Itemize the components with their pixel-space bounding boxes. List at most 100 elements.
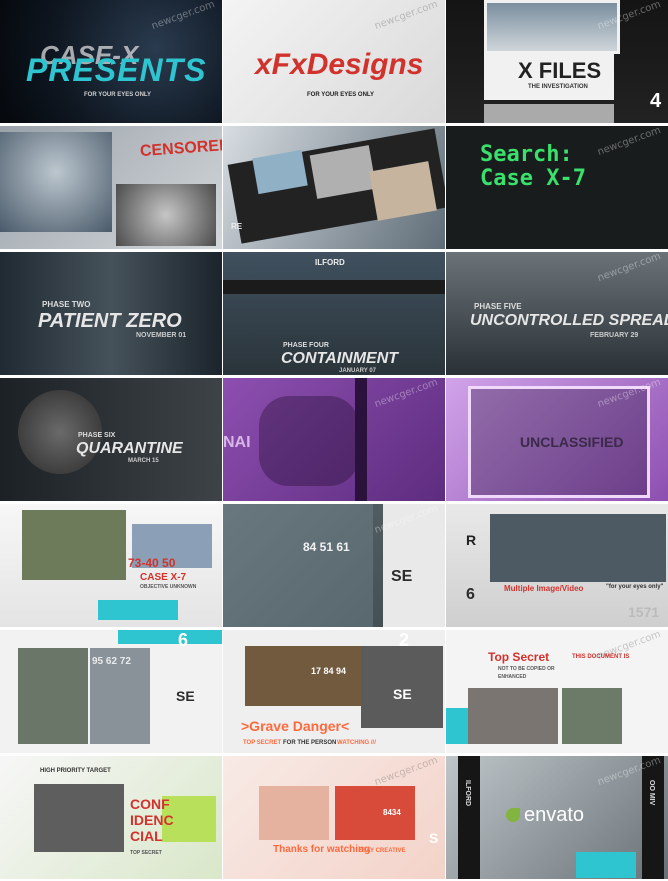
hazmat-figure [259, 396, 359, 486]
preview-tile-aerial[interactable]: 6 95 62 72 SE [0, 630, 222, 753]
photo-aerial [562, 688, 622, 744]
coordinates: 73-40 50 [128, 556, 176, 570]
tile-subtitle: MARCH 15 [128, 458, 159, 464]
tile-text: RE [231, 222, 243, 231]
film-band [223, 280, 445, 294]
phase-kicker: PHASE FOUR [283, 342, 329, 349]
corner-label: SE [391, 568, 413, 585]
preview-tile-purple-suit[interactable]: NAI newcger.com [223, 378, 445, 501]
tile-subtitle: TOP SECRET [243, 740, 282, 746]
side-label: SE [393, 686, 412, 702]
corner-letter: S [429, 830, 439, 846]
coordinates: 17 84 94 [311, 666, 347, 676]
preview-tile-map-coordinates[interactable]: 84 51 61 SE newcger.com [223, 504, 445, 627]
tile-subtitle: JANUARY 07 [339, 368, 377, 374]
film-divider [355, 378, 367, 501]
terminal-line-1: Search: [480, 142, 573, 167]
preview-tile-envato[interactable]: ILFORD OO MIV envato newcger.com [446, 756, 668, 879]
tile-subtitle: FEBRUARY 29 [590, 332, 639, 339]
photo-sky [468, 688, 558, 744]
preview-tile-case-x7[interactable]: 73-40 50 CASE X-7 OBJECTIVE UNKNOWN [0, 504, 222, 627]
tile-subtitle: TOP SECRET [130, 850, 162, 856]
tile-title: PRESENTS [26, 52, 207, 88]
corner-number: 6 [466, 586, 475, 603]
tile-subtitle: STAY CREATIVE [359, 848, 406, 854]
preview-grid: newcger.com CASE-X PRESENTS FOR YOUR EYE… [0, 0, 668, 881]
film-label-left: ILFORD [464, 780, 471, 807]
tile-title: UNCONTROLLED SPREAD [470, 312, 668, 329]
tile-title: CONTAINMENT [281, 350, 399, 367]
tile-title: xFxDesigns [255, 48, 424, 81]
preview-tile-film-strip[interactable]: RE [223, 126, 445, 249]
watermark: newcger.com [149, 0, 216, 33]
corner-number: 4 [650, 90, 662, 112]
cyan-block [98, 600, 178, 620]
preview-tile-quarantine[interactable]: PHASE SIX QUARANTINE MARCH 15 [0, 378, 222, 501]
preview-tile-presents[interactable]: newcger.com CASE-X PRESENTS FOR YOUR EYE… [0, 0, 222, 123]
side-label: SE [176, 688, 195, 704]
watermark: newcger.com [372, 0, 439, 33]
title-line-2: IDENC [130, 812, 174, 828]
corner-number: 6 [178, 630, 189, 650]
tile-title: Multiple Image/Video [504, 584, 584, 593]
tile-title: X FILES [518, 58, 602, 83]
watermark: newcger.com [372, 756, 439, 789]
tile-title: Thanks for watching [273, 844, 371, 855]
cyan-block [118, 630, 222, 644]
film-label: ILFORD [315, 258, 345, 267]
corner-number: 2 [399, 630, 410, 650]
map-overlay [223, 504, 373, 627]
tile-subtitle: NOVEMBER 01 [136, 332, 187, 339]
preview-tile-search[interactable]: Search: Case X-7 newcger.com [446, 126, 668, 249]
tile-subtitle-2: FOR THE PERSON [283, 740, 337, 746]
tile-title: CASE X-7 [140, 572, 187, 583]
watermark: newcger.com [595, 126, 662, 159]
coordinates: 95 62 72 [92, 656, 131, 667]
tile-subtitle: FOR YOUR EYES ONLY [84, 92, 152, 98]
film-label-right: OO MIV [648, 780, 655, 806]
envato-leaf-icon [506, 808, 520, 822]
preview-tile-top-secret[interactable]: Top Secret THIS DOCUMENT IS NOT TO BE CO… [446, 630, 668, 753]
notice-line-2: NOT TO BE COPIED OR [498, 666, 555, 672]
photo-texture [259, 786, 329, 840]
film-frame-bottom [484, 104, 614, 123]
preview-tile-censored[interactable]: CENSORED [0, 126, 222, 249]
tile-subtitle: FOR YOUR EYES ONLY [307, 92, 375, 98]
watermark: newcger.com [595, 252, 662, 285]
preview-tile-xfiles[interactable]: X FILES THE INVESTIGATION 4 newcger.com [446, 0, 668, 123]
brand-name: envato [524, 804, 585, 826]
preview-tile-confidencial[interactable]: HIGH PRIORITY TARGET CONF IDENC CIAL TOP… [0, 756, 222, 879]
tile-note: "for your eyes only" [606, 584, 664, 590]
preview-tile-multiple-image[interactable]: R 6 Multiple Image/Video "for your eyes … [446, 504, 668, 627]
photo-explosion [335, 786, 415, 840]
film-strip-right [642, 756, 664, 879]
preview-tile-thanks[interactable]: 8434 Thanks for watching STAY CREATIVE S… [223, 756, 445, 879]
film-strip-left [458, 756, 480, 879]
preview-tile-xfxdesigns[interactable]: newcger.com xFxDesigns FOR YOUR EYES ONL… [223, 0, 445, 123]
preview-tile-grave-danger[interactable]: 2 17 84 94 SE >Grave Danger< TOP SECRET … [223, 630, 445, 753]
phase-kicker: PHASE TWO [42, 300, 91, 309]
coordinates: 84 51 61 [303, 540, 350, 554]
title-line-1: CONF [130, 796, 170, 812]
tile-title: CENSORED [139, 136, 222, 161]
tile-title: QUARANTINE [76, 440, 183, 457]
phase-kicker: PHASE SIX [78, 432, 116, 439]
preview-tile-containment[interactable]: ILFORD PHASE FOUR CONTAINMENT JANUARY 07 [223, 252, 445, 375]
cyan-block [576, 852, 636, 878]
photo-debris [22, 510, 126, 580]
frame-number: 1571 [628, 604, 660, 620]
tile-subtitle: THE INVESTIGATION [528, 84, 588, 90]
photo-aerial [18, 648, 88, 744]
cyan-block [446, 708, 468, 744]
title-line-3: CIAL [130, 828, 163, 844]
photo-warehouse [245, 646, 361, 706]
tile-title: UNCLASSIFIED [520, 434, 624, 450]
tile-title: Top Secret [488, 650, 550, 664]
photo-gasmask [490, 514, 666, 582]
terminal-line-2: Case X-7 [480, 166, 586, 191]
tile-title: >Grave Danger< [241, 718, 350, 734]
preview-tile-uncontrolled-spread[interactable]: PHASE FIVE UNCONTROLLED SPREAD FEBRUARY … [446, 252, 668, 375]
preview-tile-patient-zero[interactable]: PHASE TWO PATIENT ZERO NOVEMBER 01 [0, 252, 222, 375]
preview-tile-unclassified[interactable]: UNCLASSIFIED newcger.com [446, 378, 668, 501]
tile-title: PATIENT ZERO [38, 310, 182, 332]
